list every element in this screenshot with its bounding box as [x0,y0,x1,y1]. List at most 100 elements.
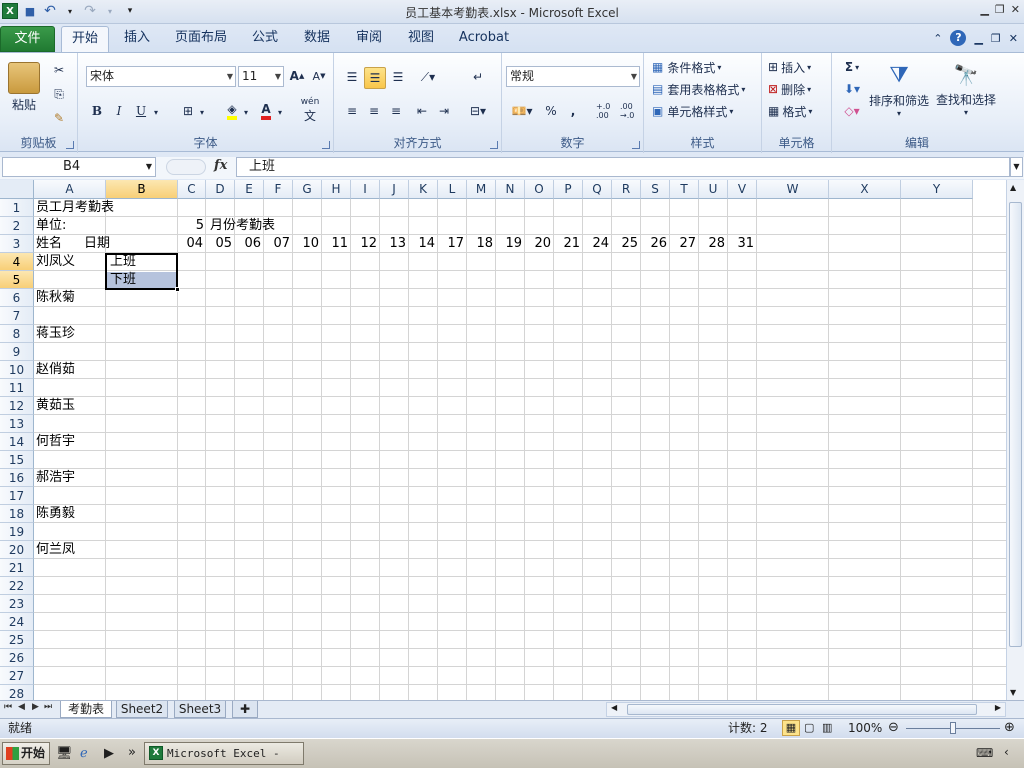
clipboard-launcher-icon[interactable] [66,141,74,149]
paste-button[interactable]: 粘贴 [6,57,42,117]
row-header-2[interactable]: 2 [0,217,34,235]
align-left-icon[interactable]: ≡ [342,101,362,121]
cell-A4[interactable]: 刘凤义 [36,253,75,271]
first-sheet-icon[interactable]: ⏮ [4,702,12,712]
decrease-decimal-icon[interactable]: .00 →.0 [620,101,642,121]
select-all-corner[interactable] [0,180,34,199]
row-header-6[interactable]: 6 [0,289,34,307]
tab-view[interactable]: 视图 [399,26,443,52]
column-header-W[interactable]: W [757,180,829,199]
fill-color-icon[interactable]: ◈ [222,101,242,121]
column-header-M[interactable]: M [467,180,496,199]
column-header-J[interactable]: J [380,180,409,199]
fill-color-dropdown-icon[interactable]: ▾ [242,105,250,119]
row-header-23[interactable]: 23 [0,595,34,613]
font-launcher-icon[interactable] [322,141,330,149]
worksheet-grid[interactable]: ABCDEFGHIJKLMNOPQRSTUVWXY 1 2 3 4 5 6 7 8 9 10 11 1… [0,180,1006,700]
tab-data[interactable]: 数据 [295,26,339,52]
date-cell[interactable]: 31 [728,235,757,253]
cut-icon[interactable]: ✂ [48,61,70,79]
column-header-I[interactable]: I [351,180,380,199]
column-header-F[interactable]: F [264,180,293,199]
column-header-A[interactable]: A [34,180,106,199]
vertical-scroll-thumb[interactable] [1009,202,1022,647]
row-header-27[interactable]: 27 [0,667,34,685]
date-cell[interactable]: 11 [322,235,351,253]
scroll-down-icon[interactable]: ▼ [1010,688,1016,697]
comma-button[interactable]: , [566,101,580,121]
currency-icon[interactable]: 💴▾ [508,101,536,121]
font-size-combo[interactable]: 11 ▼ [238,66,284,87]
underline-button[interactable]: U [132,101,150,121]
tab-page-layout[interactable]: 页面布局 [168,26,234,52]
date-cell[interactable]: 14 [409,235,438,253]
row-header-12[interactable]: 12 [0,397,34,415]
tab-insert[interactable]: 插入 [113,26,161,52]
tray-expand-icon[interactable]: ‹ [1004,745,1009,759]
cell-D2[interactable]: 月份考勤表 [210,217,275,235]
date-cell[interactable]: 25 [612,235,641,253]
borders-dropdown-icon[interactable]: ▾ [198,105,206,119]
internet-explorer-icon[interactable]: ℯ [80,746,88,761]
keyboard-tray-icon[interactable]: ⌨ [976,746,993,760]
row-header-7[interactable]: 7 [0,307,34,325]
cell-A14[interactable]: 何哲宇 [36,433,75,451]
row-header-15[interactable]: 15 [0,451,34,469]
zoom-slider-thumb[interactable] [950,722,956,734]
italic-button[interactable]: I [110,101,128,121]
scroll-up-icon[interactable]: ▲ [1010,183,1016,192]
tab-home[interactable]: 开始 [61,26,109,52]
prev-sheet-icon[interactable]: ◀ [18,702,25,712]
zoom-level[interactable]: 100% [848,719,882,737]
align-right-icon[interactable]: ≡ [386,101,406,121]
column-header-S[interactable]: S [641,180,670,199]
decrease-font-icon[interactable]: A ▼ [310,67,328,85]
date-cell[interactable]: 24 [583,235,612,253]
zoom-out-icon[interactable]: ⊖ [888,719,899,737]
cell-A20[interactable]: 何兰凤 [36,541,75,559]
horizontal-scrollbar[interactable]: ◀ ▶ [606,702,1006,717]
row-header-16[interactable]: 16 [0,469,34,487]
wrap-text-icon[interactable]: ↵ [468,67,488,87]
underline-dropdown-icon[interactable]: ▾ [152,105,160,119]
delete-cells-button[interactable]: ⊠ 删除 ▾ [768,79,828,99]
column-header-B[interactable]: B [106,180,178,199]
column-header-R[interactable]: R [612,180,641,199]
row-header-19[interactable]: 19 [0,523,34,541]
insert-function-icon[interactable]: fx [214,158,227,173]
media-player-icon[interactable]: ▶ [104,746,114,761]
row-header-8[interactable]: 8 [0,325,34,343]
date-cell[interactable]: 26 [641,235,670,253]
increase-indent-icon[interactable]: ⇥ [434,101,454,121]
column-header-Q[interactable]: Q [583,180,612,199]
date-cell[interactable]: 05 [206,235,235,253]
align-center-icon[interactable]: ≡ [364,101,384,121]
cell-B5[interactable]: 下班 [110,271,136,289]
alignment-launcher-icon[interactable] [490,141,498,149]
page-layout-view-icon[interactable]: ▢ [804,719,814,737]
find-select-button[interactable]: 🔭 查找和选择 ▾ [934,57,998,123]
workbook-minimize-icon[interactable]: ▁ [974,32,982,45]
column-header-C[interactable]: C [178,180,206,199]
date-cell[interactable]: 17 [438,235,467,253]
tab-acrobat[interactable]: Acrobat [452,26,516,52]
clear-icon[interactable]: ◇▾ [838,101,866,121]
name-box-dropdown-icon[interactable]: ▼ [146,158,152,176]
font-name-combo[interactable]: 宋体 ▼ [86,66,236,87]
conditional-format-button[interactable]: ▦ 条件格式 ▾ [652,57,758,77]
date-cell[interactable]: 20 [525,235,554,253]
cell-C2[interactable]: 5 [178,217,204,235]
normal-view-icon[interactable]: ▦ [782,720,800,736]
phonetic-icon[interactable]: wén 文 [298,97,322,123]
horizontal-scroll-thumb[interactable] [627,704,977,715]
decrease-indent-icon[interactable]: ⇤ [412,101,432,121]
insert-sheet-icon[interactable]: ✚ [232,701,258,718]
date-cell[interactable]: 10 [293,235,322,253]
column-header-Y[interactable]: Y [901,180,973,199]
expand-formula-bar-icon[interactable]: ▼ [1010,157,1023,177]
column-header-T[interactable]: T [670,180,699,199]
orientation-icon[interactable]: ⟋▾ [416,67,440,87]
page-break-view-icon[interactable]: ▥ [822,719,832,737]
taskbar-excel-item[interactable]: X Microsoft Excel - ... [144,742,304,765]
column-header-P[interactable]: P [554,180,583,199]
